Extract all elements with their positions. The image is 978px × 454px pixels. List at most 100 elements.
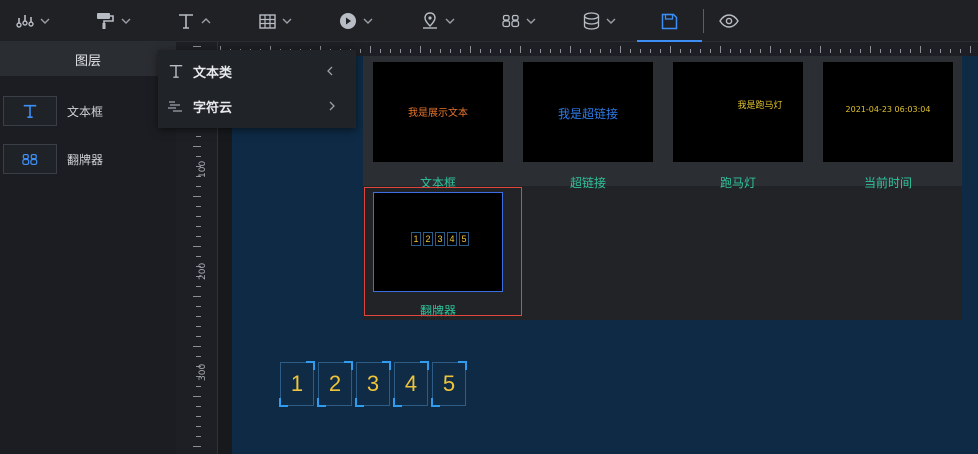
- map-menu-button[interactable]: [421, 6, 455, 36]
- chart-menu-button[interactable]: [16, 6, 50, 36]
- ruler-tick: [480, 49, 481, 53]
- ruler-tick: [680, 49, 681, 53]
- ruler-tick: [520, 46, 521, 53]
- ruler-tick: [370, 46, 371, 53]
- ruler-tick: [196, 386, 201, 387]
- ruler-tick: [740, 49, 741, 53]
- component-thumbnail: 我是跑马灯: [673, 62, 803, 162]
- menu-item-text-class[interactable]: 文本类: [158, 54, 356, 88]
- flip-digit[interactable]: 5: [431, 361, 467, 407]
- flip-digit[interactable]: 4: [393, 361, 429, 407]
- ruler-tick: [600, 49, 601, 53]
- ruler-tick: [630, 49, 631, 53]
- flip-digit[interactable]: 1: [279, 361, 315, 407]
- ruler-tick: [560, 49, 561, 53]
- component-thumbnail: 我是超链接: [523, 62, 653, 162]
- ruler-tick: [193, 446, 201, 447]
- ruler-tick: [196, 426, 201, 427]
- ruler-tick: [196, 336, 201, 337]
- ruler-tick: [196, 206, 201, 207]
- component-name: 当前时间: [863, 176, 912, 190]
- ruler-tick: [870, 46, 871, 53]
- component-name: 超链接: [569, 176, 606, 190]
- ruler-tick: [196, 306, 201, 307]
- ruler-tick: [196, 256, 201, 257]
- ruler-tick: [590, 49, 591, 53]
- flip-digit[interactable]: 2: [317, 361, 353, 407]
- chevron-down-icon: [121, 18, 131, 24]
- layer-item-flipper[interactable]: 翻牌器: [0, 142, 176, 176]
- thumb-preview-text: 我是展示文本: [408, 108, 468, 119]
- ruler-tick: [193, 146, 201, 147]
- ruler-tick: [850, 49, 851, 53]
- menu-item-word-cloud[interactable]: 字符云: [158, 89, 356, 123]
- ruler-tick: [196, 226, 201, 227]
- ruler-tick: [840, 49, 841, 53]
- layer-item-label: 文本框: [67, 104, 104, 119]
- ruler-tick: [640, 49, 641, 53]
- table-menu-button[interactable]: [259, 6, 292, 36]
- data-menu-button[interactable]: [583, 6, 616, 36]
- ruler-tick: [710, 49, 711, 53]
- ruler-tick: [830, 49, 831, 53]
- ruler-tick: [193, 46, 201, 47]
- counter-menu-button[interactable]: [502, 6, 536, 36]
- ruler-tick: [360, 49, 361, 53]
- layer-thumb: [3, 144, 57, 174]
- ruler-tick: [490, 49, 491, 53]
- save-button[interactable]: [637, 6, 702, 42]
- ruler-tick: [970, 46, 971, 53]
- ruler-tick: [440, 49, 441, 53]
- ruler-tick: [530, 49, 531, 53]
- thumb-preview-text: 我是超链接: [557, 107, 618, 121]
- ruler-tick: [660, 49, 661, 53]
- ruler-tick: [510, 49, 511, 53]
- ruler-tick: [800, 49, 801, 53]
- ruler-tick: [790, 49, 791, 53]
- chevron-right-icon: [329, 101, 335, 111]
- chevron-left-icon: [327, 66, 333, 76]
- component-thumbnail: 我是展示文本: [373, 62, 503, 162]
- ruler-tick: [196, 216, 201, 217]
- media-menu-button[interactable]: [339, 6, 373, 36]
- paint-roller-icon: [97, 13, 114, 29]
- ruler-tick: [760, 49, 761, 53]
- ruler-tick: [570, 46, 571, 53]
- ruler-tick: [810, 49, 811, 53]
- decor-menu-button[interactable]: [95, 6, 131, 36]
- ruler-tick: [430, 49, 431, 53]
- eye-icon: [719, 14, 739, 28]
- text-menu-button[interactable]: [177, 6, 211, 36]
- ruler-tick: [390, 49, 391, 53]
- ruler-tick: [193, 246, 201, 247]
- ruler-tick: [196, 416, 201, 417]
- component-thumbnail: 2021-04-23 06:03:04: [823, 62, 953, 162]
- ruler-tick: [650, 49, 651, 53]
- ruler-tick: [193, 346, 201, 347]
- preview-button[interactable]: [719, 6, 739, 36]
- flip-digit[interactable]: 3: [355, 361, 391, 407]
- ruler-tick: [380, 49, 381, 53]
- ruler-tick: [196, 236, 201, 237]
- ruler-tick: [193, 296, 201, 297]
- selection-highlight: [364, 187, 522, 316]
- map-pin-icon: [423, 12, 437, 29]
- ruler-tick: [910, 49, 911, 53]
- ruler-tick: [196, 156, 201, 157]
- ruler-tick: [900, 49, 901, 53]
- save-icon: [661, 13, 678, 29]
- ruler-label-100: 100: [198, 160, 208, 178]
- text-t-icon: [179, 14, 193, 29]
- ruler-tick: [420, 46, 421, 53]
- layer-panel-title: 图层: [0, 42, 176, 76]
- ruler-tick: [720, 46, 721, 53]
- digits-88-icon: [502, 14, 520, 28]
- text-dropdown-menu: 文本类 字符云: [158, 50, 356, 128]
- menu-item-label: 文本类: [193, 65, 233, 81]
- layer-item-label: 翻牌器: [67, 152, 104, 167]
- ruler-tick: [750, 49, 751, 53]
- digits-88-icon: [22, 153, 38, 165]
- layer-item-textbox[interactable]: 文本框: [0, 94, 176, 128]
- ruler-label-300: 300: [198, 363, 208, 381]
- ruler-tick: [880, 49, 881, 53]
